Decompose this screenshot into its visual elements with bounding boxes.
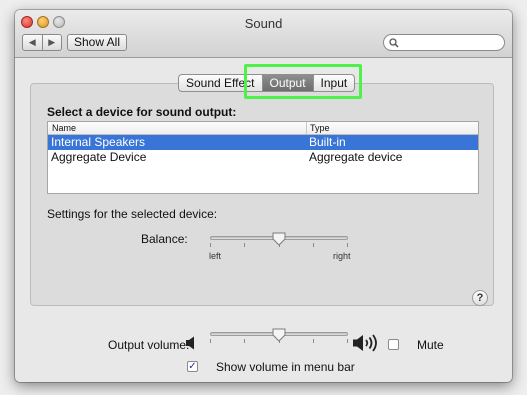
help-icon: ? — [476, 292, 484, 304]
balance-tick — [210, 243, 211, 247]
balance-right-label: right — [333, 251, 351, 261]
checkmark-icon: ✓ — [188, 361, 197, 372]
output-volume-slider-thumb[interactable] — [272, 328, 286, 342]
settings-label: Settings for the selected device: — [47, 207, 218, 221]
column-header-type[interactable]: Type — [306, 122, 330, 134]
window-title: Sound — [244, 16, 283, 31]
help-button[interactable]: ? — [472, 290, 488, 306]
output-volume-slider[interactable] — [210, 328, 348, 354]
show-volume-checkbox[interactable]: ✓ — [187, 361, 198, 372]
device-type: Built-in — [309, 135, 346, 149]
mute-label: Mute — [417, 338, 444, 352]
table-row[interactable]: Aggregate Device Aggregate device — [48, 150, 478, 165]
speaker-low-icon — [186, 336, 194, 350]
balance-tick — [313, 243, 314, 247]
section-title: Select a device for sound output: — [47, 105, 237, 119]
balance-tick — [347, 243, 348, 247]
table-header: Name Type — [48, 122, 478, 135]
search-input[interactable] — [383, 34, 505, 51]
back-button[interactable]: ◀ — [23, 35, 42, 50]
mute-checkbox[interactable] — [388, 339, 399, 350]
volume-tick — [210, 339, 211, 343]
device-type: Aggregate device — [309, 150, 403, 164]
balance-tick — [244, 243, 245, 247]
balance-slider-thumb[interactable] — [272, 232, 286, 246]
output-device-table: Name Type Internal Speakers Built-in Agg… — [47, 121, 479, 194]
show-all-button[interactable]: Show All — [67, 34, 127, 51]
search-icon — [389, 38, 399, 48]
device-name: Aggregate Device — [51, 150, 147, 164]
balance-slider[interactable] — [210, 232, 348, 258]
volume-tick — [313, 339, 314, 343]
show-volume-label: Show volume in menu bar — [216, 360, 355, 374]
column-header-name[interactable]: Name — [52, 122, 76, 134]
back-forward-control: ◀ ▶ — [22, 34, 62, 51]
title-bar: Sound ◀ ▶ Show All — [15, 10, 512, 58]
speaker-high-icon — [353, 334, 377, 352]
volume-tick — [347, 339, 348, 343]
balance-left-label: left — [209, 251, 222, 261]
volume-tick — [244, 339, 245, 343]
forward-button[interactable]: ▶ — [41, 35, 62, 50]
highlight-box — [244, 64, 362, 99]
table-row[interactable]: Internal Speakers Built-in — [48, 135, 478, 150]
sound-preferences-window: Sound ◀ ▶ Show All Sound Effect Output I… — [15, 10, 512, 382]
balance-label: Balance: — [141, 232, 188, 246]
device-name: Internal Speakers — [51, 135, 146, 149]
output-volume-label: Output volume: — [108, 338, 190, 352]
